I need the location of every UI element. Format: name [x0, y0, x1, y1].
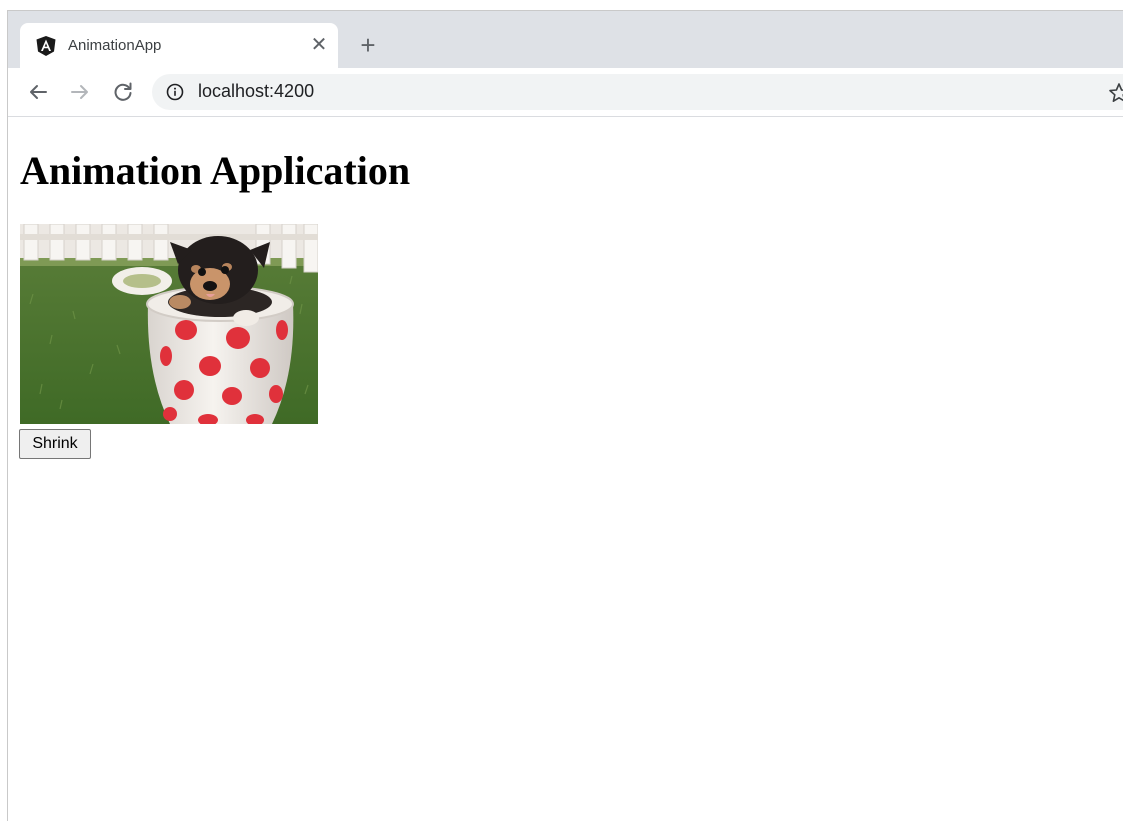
tab-strip: AnimationApp ✕ + — [8, 11, 1123, 68]
new-tab-button[interactable]: + — [355, 32, 381, 58]
browser-toolbar: localhost:4200 — [8, 68, 1123, 117]
tab-title: AnimationApp — [68, 37, 162, 54]
info-icon[interactable] — [166, 83, 184, 101]
browser-window: AnimationApp ✕ + localhost:4200 Animatio… — [0, 0, 1123, 821]
url-text[interactable]: localhost:4200 — [198, 81, 314, 102]
close-icon[interactable]: ✕ — [308, 34, 330, 56]
back-arrow-icon[interactable] — [24, 78, 52, 106]
forward-arrow-icon[interactable] — [66, 78, 94, 106]
page-title: Animation Application — [20, 148, 411, 193]
star-icon[interactable] — [1107, 81, 1123, 105]
page-content: Animation Application Shrink — [8, 117, 1123, 821]
shrink-button[interactable]: Shrink — [19, 429, 91, 459]
reload-icon[interactable] — [109, 78, 137, 106]
tab-animationapp[interactable]: AnimationApp ✕ — [20, 23, 338, 68]
puppy-image — [20, 224, 318, 424]
angular-icon — [35, 35, 57, 57]
window-border-left — [7, 10, 8, 821]
address-bar[interactable]: localhost:4200 — [152, 74, 1123, 110]
